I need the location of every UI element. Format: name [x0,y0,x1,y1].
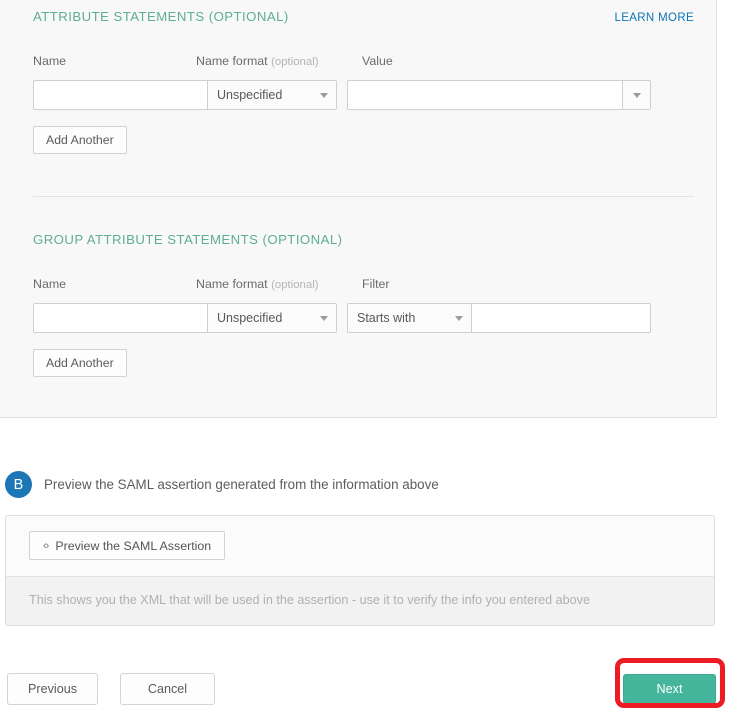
saml-preview-top: ‹› Preview the SAML Assertion [6,516,714,576]
label-group-name-format-text: Name format [196,277,268,291]
label-filter: Filter [362,277,390,291]
group-name-group: Unspecified [33,303,337,333]
attribute-name-format-value: Unspecified [217,88,283,102]
attribute-statements-section: ATTRIBUTE STATEMENTS (OPTIONAL) LEARN MO… [33,9,694,154]
attribute-section-title: ATTRIBUTE STATEMENTS (OPTIONAL) [33,9,289,24]
group-name-input[interactable] [33,303,208,333]
attribute-add-another-button[interactable]: Add Another [33,126,127,154]
group-name-format-dropdown[interactable]: Unspecified [208,303,337,333]
label-name-format: Name format (optional) [196,54,319,68]
group-add-another-button[interactable]: Add Another [33,349,127,377]
group-filter-input[interactable] [472,303,651,333]
previous-button[interactable]: Previous [7,673,98,705]
code-brackets-icon: ‹› [43,539,49,552]
group-attribute-statements-section: GROUP ATTRIBUTE STATEMENTS (OPTIONAL) Na… [33,232,694,377]
preview-saml-assertion-button[interactable]: ‹› Preview the SAML Assertion [29,531,226,560]
attribute-value-input[interactable] [347,80,623,110]
step-b-row: B Preview the SAML assertion generated f… [5,471,439,498]
label-name-format-optional: (optional) [271,56,319,68]
next-button[interactable]: Next [623,674,716,704]
attribute-value-dropdown-button[interactable] [623,80,651,110]
chevron-down-icon [320,92,328,98]
label-group-name: Name [33,277,67,291]
group-section-header: GROUP ATTRIBUTE STATEMENTS (OPTIONAL) [33,232,694,247]
attribute-section-header: ATTRIBUTE STATEMENTS (OPTIONAL) LEARN MO… [33,9,694,24]
step-b-description: Preview the SAML assertion generated fro… [44,477,439,492]
group-input-row: Unspecified Starts with [33,303,694,333]
attribute-name-input[interactable] [33,80,208,110]
group-filter-value: Starts with [357,311,416,325]
chevron-down-icon [320,315,328,321]
group-name-format-value: Unspecified [217,311,283,325]
label-name: Name [33,54,67,68]
learn-more-link[interactable]: LEARN MORE [614,12,694,24]
attribute-value-group [347,80,651,110]
chevron-down-icon [632,92,641,98]
attribute-input-row: Unspecified [33,80,694,110]
wizard-footer: Previous Cancel Next [0,673,730,705]
label-group-name-format: Name format (optional) [196,277,319,291]
label-name-format-text: Name format [196,54,268,68]
attribute-name-group: Unspecified [33,80,337,110]
saml-preview-hint: This shows you the XML that will be used… [6,576,714,625]
attribute-name-format-dropdown[interactable]: Unspecified [208,80,337,110]
cancel-button[interactable]: Cancel [120,673,215,705]
section-divider [33,196,694,197]
label-value: Value [362,54,393,68]
chevron-down-icon [455,315,463,321]
attribute-statements-card: ATTRIBUTE STATEMENTS (OPTIONAL) LEARN MO… [0,0,717,418]
saml-preview-card: ‹› Preview the SAML Assertion This shows… [5,515,715,626]
attribute-field-labels: Name Name format (optional) Value [33,54,694,70]
step-b-badge: B [5,471,32,498]
group-section-title: GROUP ATTRIBUTE STATEMENTS (OPTIONAL) [33,232,343,247]
group-field-labels: Name Name format (optional) Filter [33,277,694,293]
label-group-name-format-optional: (optional) [271,279,319,291]
group-filter-group: Starts with [347,303,651,333]
preview-saml-assertion-label: Preview the SAML Assertion [55,538,212,553]
group-filter-dropdown[interactable]: Starts with [347,303,472,333]
